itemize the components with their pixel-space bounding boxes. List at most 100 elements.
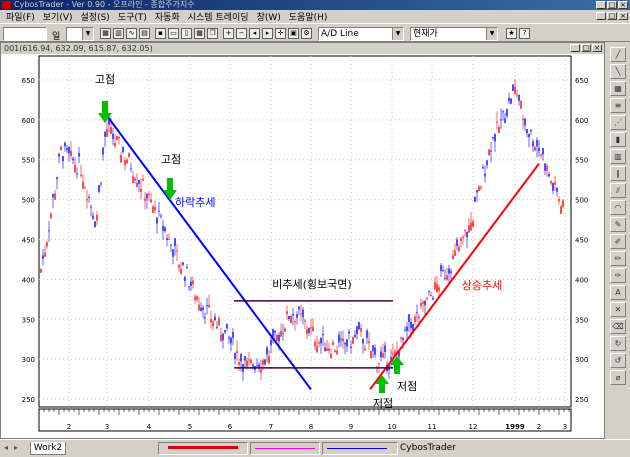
brush-tool-icon[interactable]: ✐ (610, 234, 626, 249)
fan-tool-icon[interactable]: ⋰ (610, 115, 626, 130)
delete-tool-icon[interactable]: ⌫ (610, 319, 626, 334)
minimize-button[interactable]: _ (596, 1, 606, 9)
label-downtrend: 하락추세 (175, 195, 215, 209)
menu-view[interactable]: 보기(V) (39, 10, 77, 23)
menu-system-trading[interactable]: 시스템 트레이딩 (184, 10, 253, 23)
menu-help[interactable]: 도움말(H) (285, 10, 332, 23)
crosshair-icon[interactable]: ✛ (275, 28, 286, 39)
code-input[interactable] (3, 27, 47, 41)
first-tab-icon[interactable]: ◂ (4, 443, 8, 452)
bar-tool-icon[interactable]: ▮ (610, 132, 626, 147)
candle-body (302, 309, 304, 318)
menu-tools[interactable]: 도구(T) (114, 10, 151, 23)
candle-body (84, 187, 86, 189)
arc-tool-icon[interactable]: ◠ (610, 200, 626, 215)
zoom-out-icon[interactable]: − (236, 28, 247, 39)
fit-icon[interactable]: ▣ (288, 28, 299, 39)
price-type-select[interactable]: 현재가 ▼ (410, 27, 498, 41)
candle-body (362, 338, 364, 344)
candle-body (436, 284, 438, 292)
candle-body (460, 238, 462, 241)
mdi-close-button[interactable]: × (618, 12, 628, 20)
candle-body (542, 148, 544, 155)
volume-tool-icon[interactable]: ▥ (610, 149, 626, 164)
menu-automation[interactable]: 자동화 (151, 10, 184, 23)
indicator-select[interactable]: A/D Line ▼ (318, 27, 404, 41)
candle-body (438, 287, 440, 292)
candle-body (308, 327, 310, 333)
candle-body (290, 315, 292, 324)
candle-body (54, 193, 56, 200)
scroll-right-icon[interactable]: ▸ (262, 28, 273, 39)
window-title: CybosTrader - Ver 0.90 - 오프라인 - 종합주가지수 (14, 0, 195, 9)
settings-icon[interactable]: ⚙ (301, 28, 312, 39)
x-tick-label: 9 (349, 423, 353, 431)
eraser-tool-icon[interactable]: ⌀ (610, 370, 626, 385)
fib-tool-icon[interactable]: ≡ (610, 98, 626, 113)
help-icon[interactable]: ? (519, 28, 530, 39)
print-icon[interactable]: ▭ (168, 28, 179, 39)
pencil-tool-icon[interactable]: ✎ (610, 217, 626, 232)
candle-body (142, 179, 144, 181)
candle-body (92, 215, 94, 219)
candle-body (354, 334, 356, 337)
candle-body (372, 345, 374, 352)
candle-body (506, 108, 508, 117)
candle-body (296, 314, 298, 318)
text-tool-icon[interactable]: A (610, 285, 626, 300)
x-tick-label: 1999 (505, 423, 525, 431)
menu-settings[interactable]: 설정(S) (77, 10, 114, 23)
candle-body (208, 305, 210, 308)
candle-body (198, 304, 200, 311)
save-icon[interactable]: ▪ (155, 28, 166, 39)
candle-body (528, 133, 530, 138)
x-tick-label: 2 (67, 423, 71, 431)
candle-body (346, 339, 348, 347)
candle-body (518, 94, 520, 101)
tab-work2[interactable]: Work2 (30, 442, 66, 455)
candle-body (514, 86, 516, 95)
candle-body (378, 362, 380, 364)
candle-body (556, 187, 558, 192)
copy-icon[interactable]: ❐ (207, 28, 218, 39)
cross-tool-icon[interactable]: ✕ (610, 302, 626, 317)
marker-tool-icon[interactable]: ✑ (610, 268, 626, 283)
pen-tool-icon[interactable]: ✏ (610, 251, 626, 266)
trendline-tool-icon[interactable]: ╱ (610, 47, 626, 62)
undo-tool-icon[interactable]: ↺ (610, 353, 626, 368)
mdi-restore-button[interactable]: □ (607, 12, 617, 20)
close-button[interactable]: × (618, 1, 628, 9)
line-chart-icon[interactable]: ∿ (126, 28, 137, 39)
mdi-minimize-button[interactable]: _ (596, 12, 606, 20)
cycle-tool-icon[interactable]: ∥ (610, 166, 626, 181)
candle-body (232, 332, 234, 338)
bar-chart-icon[interactable]: ▥ (113, 28, 124, 39)
alert-icon[interactable]: ★ (506, 28, 517, 39)
open-icon[interactable]: ▯ (181, 28, 192, 39)
scroll-left-icon[interactable]: ◂ (249, 28, 260, 39)
zoom-in-icon[interactable]: + (223, 28, 234, 39)
prev-tab-icon[interactable]: ▸ (14, 443, 18, 452)
line-tool-icon[interactable]: ╲ (610, 64, 626, 79)
redo-tool-icon[interactable]: ↻ (610, 336, 626, 351)
grid-tool-icon[interactable]: ▦ (610, 81, 626, 96)
menu-file[interactable]: 파일(F) (2, 10, 39, 23)
candle-body (408, 314, 410, 322)
candle-body (540, 154, 542, 156)
candle-body (244, 356, 246, 361)
candle-body (480, 187, 482, 189)
candle-body (70, 150, 72, 156)
candle-body (516, 94, 518, 96)
candle-body (356, 326, 358, 334)
menu-window[interactable]: 창(W) (253, 10, 285, 23)
maximize-button[interactable]: □ (607, 1, 617, 9)
candle-chart-icon[interactable]: ▤ (139, 28, 150, 39)
status-app-name: CybosTrader (400, 443, 456, 453)
grid-icon[interactable]: ▦ (194, 28, 205, 39)
price-chart[interactable]: 650 650 600 600 550 550 500 500 450 450 400 400 350 3… (1, 43, 604, 438)
channel-tool-icon[interactable]: ⫽ (610, 183, 626, 198)
y-tick-label-right: 300 (575, 356, 588, 364)
candle-body (276, 334, 278, 342)
period-select[interactable]: ▼ (66, 27, 94, 41)
chart-type-icon[interactable]: ▦ (100, 28, 111, 39)
